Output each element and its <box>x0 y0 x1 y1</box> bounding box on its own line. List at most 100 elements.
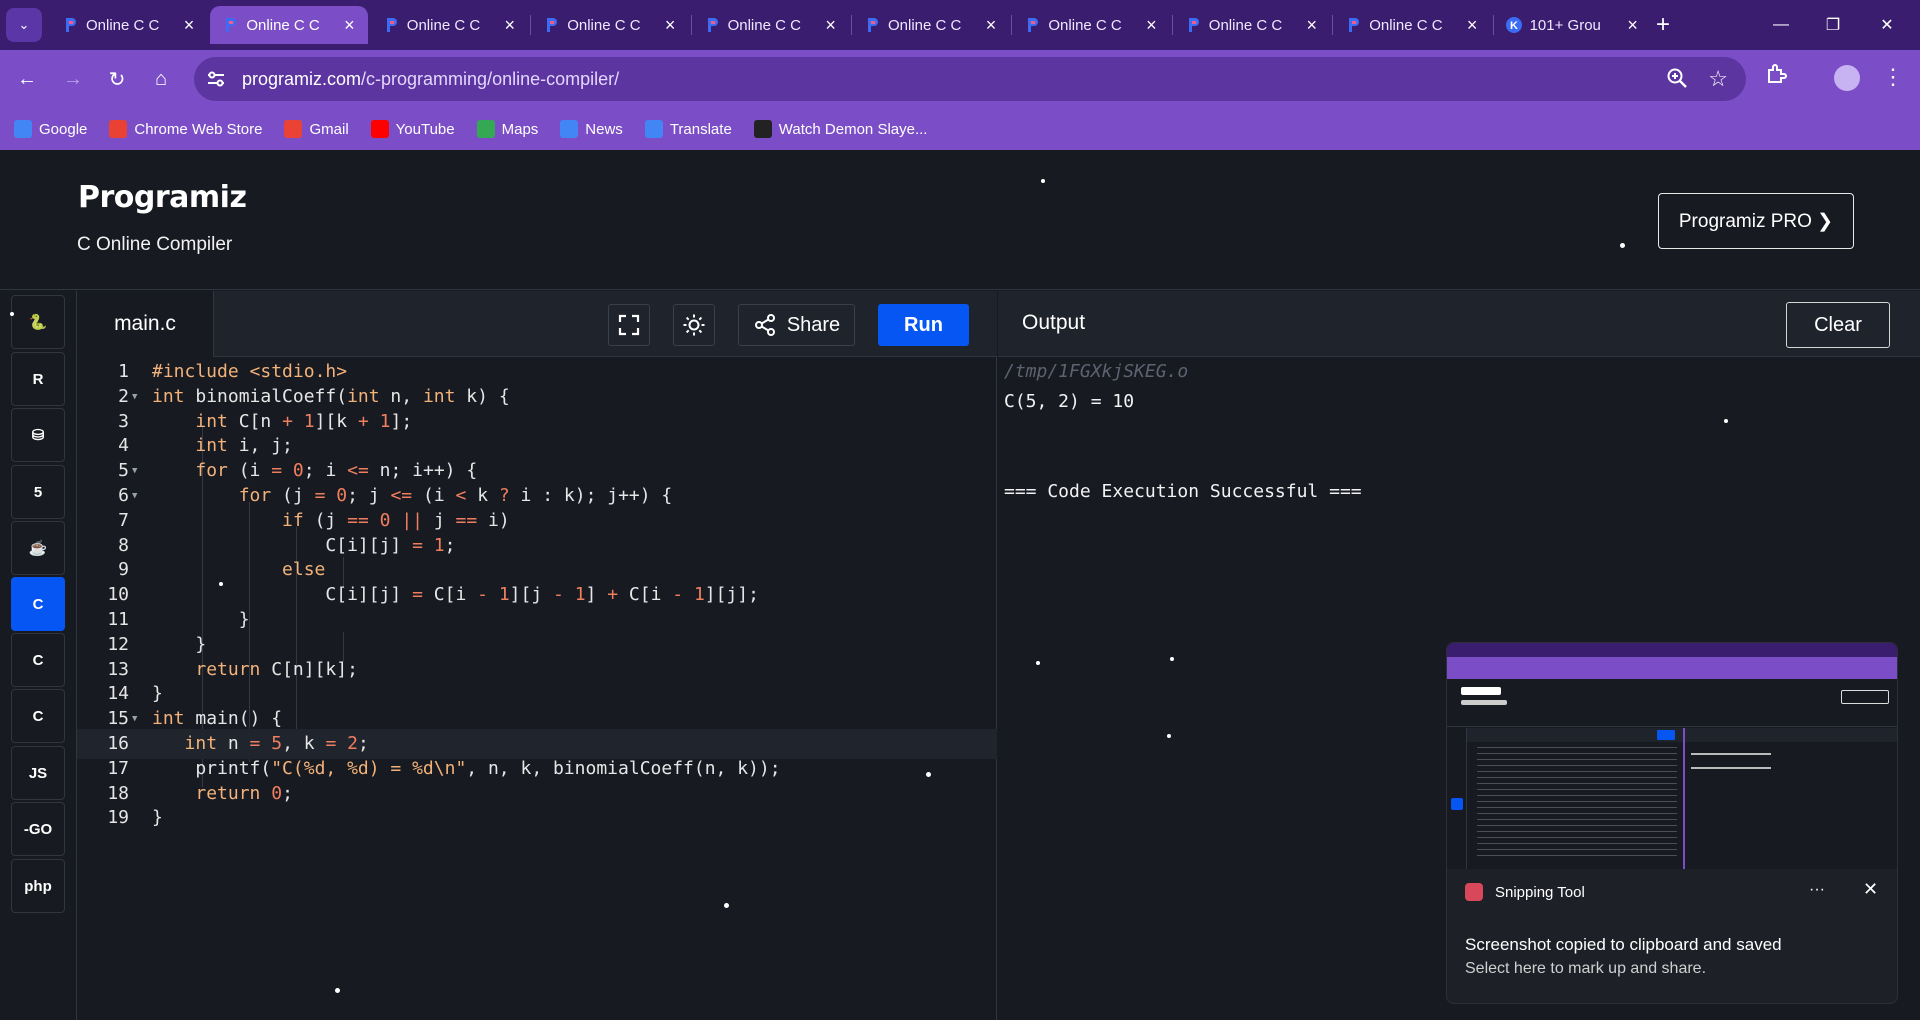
theme-toggle-icon[interactable] <box>673 304 715 346</box>
csharp-lang-button[interactable]: C <box>11 689 65 743</box>
sparkle-dot <box>926 772 931 777</box>
bookmark-item[interactable]: Translate <box>644 120 732 138</box>
bookmark-item[interactable]: YouTube <box>370 120 455 138</box>
bookmark-item[interactable]: Google <box>14 120 87 138</box>
sparkle-dot <box>1167 734 1171 738</box>
code-line[interactable]: 19} <box>77 803 997 833</box>
bookmark-label: Gmail <box>309 120 349 138</box>
notification-close-icon[interactable]: ✕ <box>1863 879 1878 900</box>
html-lang-button[interactable]: 5 <box>11 465 65 519</box>
output-title: Output <box>1022 311 1086 334</box>
tab-close-icon[interactable]: × <box>340 15 358 36</box>
back-icon[interactable]: ← <box>10 62 44 96</box>
run-button[interactable]: Run <box>878 304 969 346</box>
tab-close-icon[interactable]: × <box>822 15 840 36</box>
url-text: programiz.com/c-programming/online-compi… <box>242 69 619 90</box>
java-lang-button[interactable]: ☕ <box>11 521 65 575</box>
browser-tab[interactable]: Online C C × <box>531 6 689 44</box>
bookmark-star-icon[interactable]: ☆ <box>1708 66 1728 92</box>
tab-title: Online C C <box>1208 16 1283 34</box>
file-tab-main-c[interactable]: main.c <box>77 291 214 357</box>
r-lang-icon: R <box>32 370 44 388</box>
tab-close-icon[interactable]: × <box>661 15 679 36</box>
browser-tab[interactable]: Online C C × <box>371 6 529 44</box>
browser-tab[interactable]: Online C C × <box>50 6 208 44</box>
browser-tab[interactable]: Online C C × <box>1012 6 1170 44</box>
screenshot-thumbnail[interactable] <box>1447 643 1897 869</box>
programiz-logo[interactable]: Programiz <box>78 180 247 215</box>
bookmark-item[interactable]: News <box>560 120 623 138</box>
code-area[interactable]: 1 #include <stdio.h> 2 ▼ int binomialCoeff(i… <box>77 357 997 1020</box>
svg-text:K: K <box>1510 20 1518 32</box>
programiz-icon <box>1345 17 1361 33</box>
tab-separator <box>1011 15 1013 35</box>
go-lang-button[interactable]: -GO <box>11 802 65 856</box>
sparkle-dot <box>724 903 729 908</box>
window-close-icon[interactable]: ✕ <box>1864 0 1910 50</box>
clear-button[interactable]: Clear <box>1786 302 1890 348</box>
sparkle-dot <box>219 582 223 586</box>
home-icon[interactable]: ⌂ <box>144 62 178 96</box>
tab-close-icon[interactable]: × <box>1463 15 1481 36</box>
tab-search-icon[interactable]: ⌄ <box>6 8 42 42</box>
browser-menu-icon[interactable]: ⋮ <box>1882 64 1904 90</box>
share-button[interactable]: Share <box>738 304 855 346</box>
tab-title: 101+ Grou <box>1529 16 1601 34</box>
python-lang-button[interactable]: 🐍 <box>11 295 65 349</box>
browser-tab[interactable]: Online C C × <box>210 6 369 44</box>
reload-icon[interactable]: ↻ <box>100 62 134 96</box>
sql-lang-button[interactable]: ⛁ <box>11 408 65 462</box>
browser-tab-strip: ⌄ Online C C × Online C C × Online C C × Onlin… <box>0 0 1920 50</box>
restore-icon[interactable]: ❐ <box>1810 0 1856 50</box>
tab-close-icon[interactable]: × <box>1624 15 1642 36</box>
cpp-lang-button[interactable]: C <box>11 633 65 687</box>
new-tab-button[interactable]: + <box>1648 8 1678 42</box>
translate-icon <box>644 120 663 138</box>
site-header: Programiz C Online Compiler Programiz PR… <box>0 150 1920 290</box>
address-bar[interactable]: programiz.com/c-programming/online-compi… <box>194 57 1746 101</box>
bookmark-item[interactable]: Chrome Web Store <box>109 120 262 138</box>
notification-subtext: Select here to mark up and share. <box>1465 960 1707 977</box>
js-lang-button[interactable]: JS <box>11 746 65 800</box>
url-path: /c-programming/online-compiler/ <box>361 69 620 89</box>
zoom-icon[interactable] <box>1666 67 1688 94</box>
browser-tab[interactable]: Online C C × <box>852 6 1010 44</box>
share-label: Share <box>786 313 841 336</box>
r-lang-button[interactable]: R <box>11 352 65 406</box>
programiz-icon <box>1185 17 1201 33</box>
sparkle-dot <box>1041 179 1045 183</box>
browser-tab[interactable]: Online C C × <box>1333 6 1491 44</box>
tab-title: Online C C <box>246 16 320 34</box>
sparkle-dot <box>335 988 340 993</box>
chrome-web-store-icon <box>109 120 128 138</box>
tab-close-icon[interactable]: × <box>501 15 519 36</box>
programiz-pro-button[interactable]: Programiz PRO ❯ <box>1658 193 1854 249</box>
bookmark-item[interactable]: Watch Demon Slaye... <box>753 120 927 138</box>
sparkle-dot <box>1036 661 1040 665</box>
browser-tab[interactable]: K 101+ Grou × <box>1494 6 1652 44</box>
tab-close-icon[interactable]: × <box>982 15 1000 36</box>
notification-message-block[interactable]: Screenshot copied to clipboard and saved… <box>1465 933 1782 981</box>
tab-close-icon[interactable]: × <box>180 15 198 36</box>
snipping-tool-notification[interactable]: Snipping Tool ··· ✕ Screenshot copied to… <box>1446 642 1898 1004</box>
cpp-lang-icon: C <box>32 651 44 669</box>
fullscreen-icon[interactable] <box>608 304 650 346</box>
bookmark-item[interactable]: Gmail <box>284 120 349 138</box>
bookmark-label: Google <box>39 120 88 138</box>
bookmark-item[interactable]: Maps <box>476 120 538 138</box>
site-info-icon[interactable] <box>204 67 228 91</box>
tab-title: Online C C <box>567 16 641 34</box>
extensions-icon[interactable] <box>1765 62 1789 91</box>
tab-close-icon[interactable]: × <box>1303 15 1321 36</box>
tab-close-icon[interactable]: × <box>1142 15 1160 36</box>
more-options-icon[interactable]: ··· <box>1809 881 1825 899</box>
code-editor-pane: main.c Share Run 1 #include <stdio.h> 2 ▼ in… <box>77 291 997 1020</box>
profile-avatar[interactable] <box>1834 65 1860 91</box>
forward-icon[interactable]: → <box>56 62 90 96</box>
php-lang-button[interactable]: php <box>11 859 65 913</box>
c-lang-button[interactable]: C <box>11 577 65 631</box>
browser-tab[interactable]: Online C C × <box>692 6 850 44</box>
browser-tab[interactable]: Online C C × <box>1173 6 1331 44</box>
k-icon: K <box>1505 17 1522 33</box>
minimize-icon[interactable]: — <box>1758 0 1804 50</box>
